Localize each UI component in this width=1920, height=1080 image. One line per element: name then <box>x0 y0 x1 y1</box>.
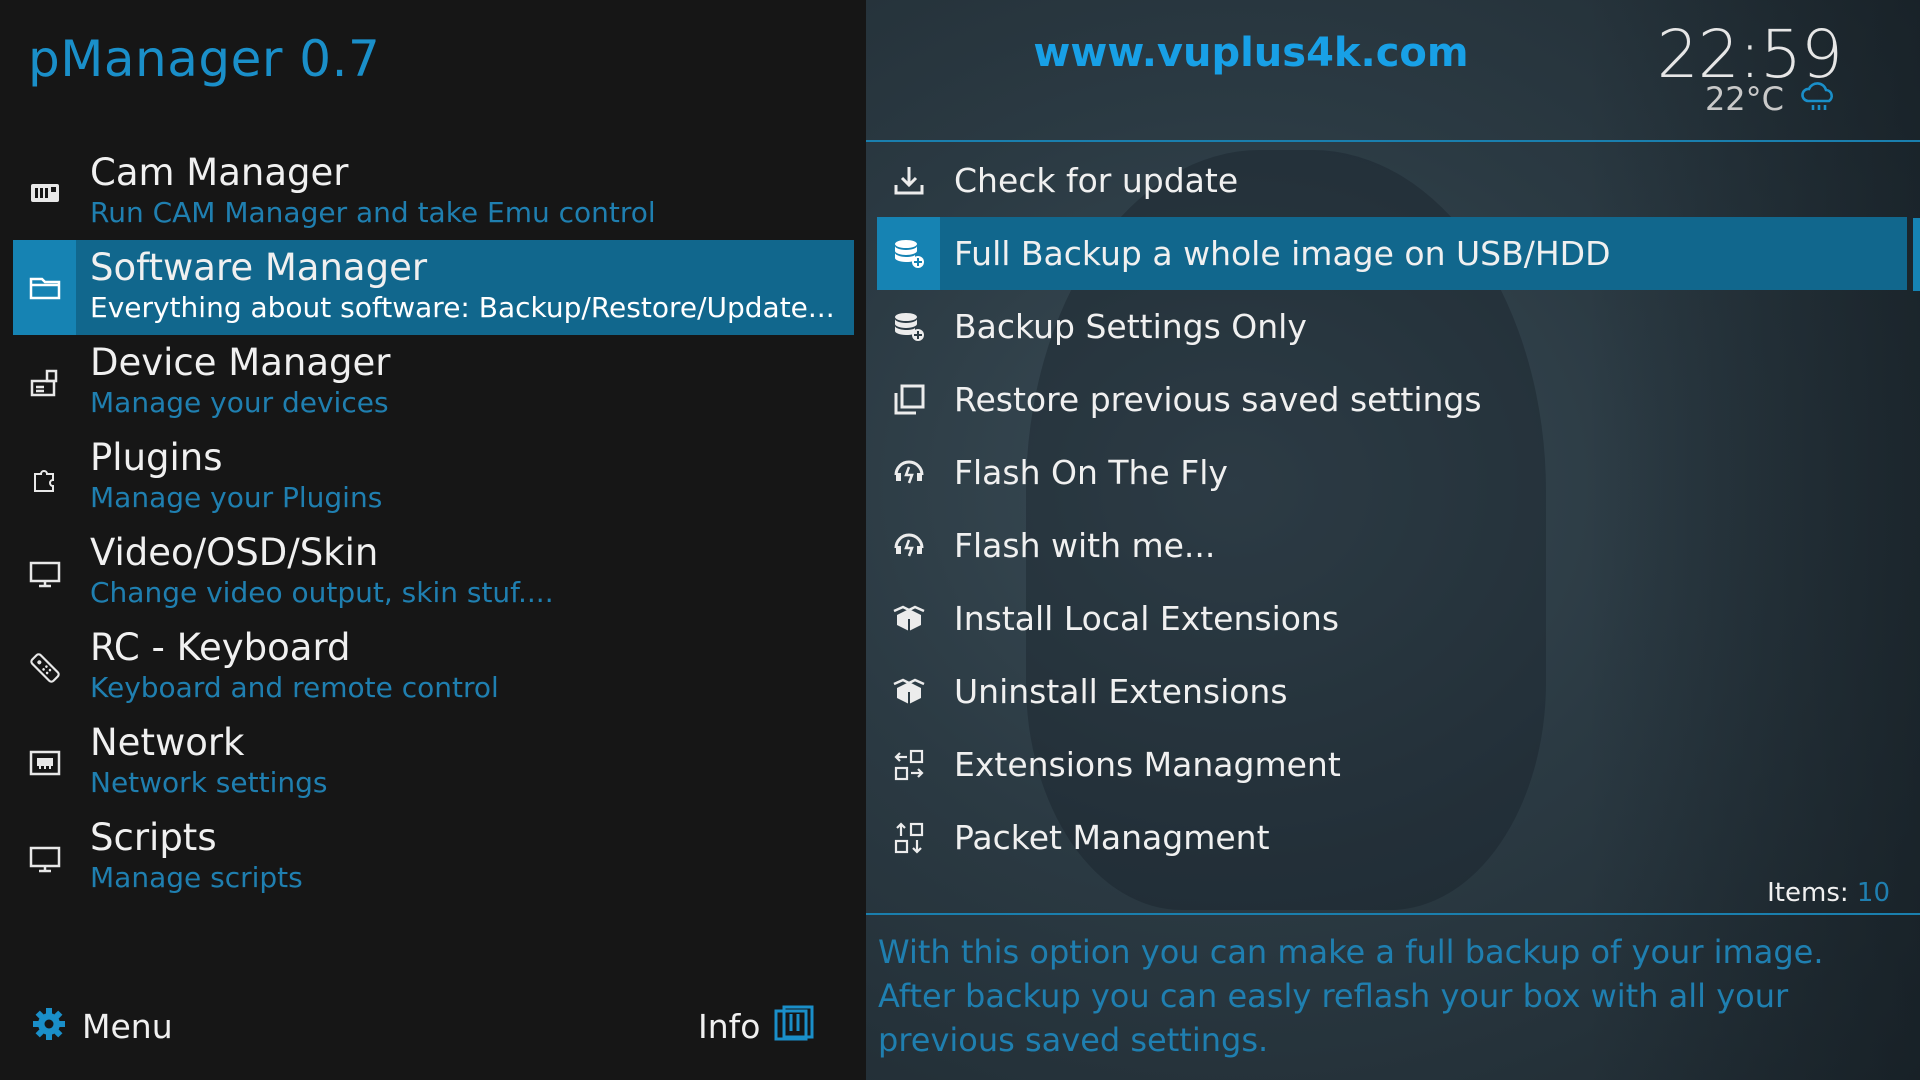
main-item-desc: Manage your devices <box>90 386 389 419</box>
sub-item-label: Check for update <box>954 161 1239 200</box>
main-item-network[interactable]: Network Network settings <box>13 715 854 810</box>
items-count: Items: 10 <box>1767 878 1890 908</box>
sub-item-full-backup[interactable]: Full Backup a whole image on USB/HDD <box>877 217 1907 290</box>
main-item-desc: Manage scripts <box>90 861 303 894</box>
restore-icon <box>877 363 940 436</box>
menu-button[interactable]: Menu <box>30 1005 173 1047</box>
sub-item-label: Extensions Managment <box>954 745 1341 784</box>
app-title: pManager 0.7 <box>28 30 381 88</box>
main-item-label: Video/OSD/Skin <box>90 531 379 574</box>
main-item-label: Software Manager <box>90 246 428 289</box>
right-panel: www.vuplus4k.com 22:59 22°C Check for up… <box>866 0 1920 1080</box>
sub-item-flash-on-the-fly[interactable]: Flash On The Fly <box>877 436 1920 509</box>
scrollbar[interactable] <box>1913 218 1920 291</box>
weather: 22°C <box>1705 80 1838 118</box>
swap-vertical-icon <box>877 801 940 874</box>
cam-icon <box>13 145 76 240</box>
main-item-label: RC - Keyboard <box>90 626 351 669</box>
cloud-rain-icon <box>1800 81 1838 117</box>
items-count-value: 10 <box>1856 878 1890 908</box>
flash-icon <box>877 436 940 509</box>
sub-item-label: Install Local Extensions <box>954 599 1340 638</box>
main-item-label: Scripts <box>90 816 217 859</box>
info-icon <box>774 1005 814 1047</box>
sub-item-label: Restore previous saved settings <box>954 380 1482 419</box>
remote-icon <box>13 620 76 715</box>
folder-icon <box>13 240 76 335</box>
monitor-icon <box>13 525 76 620</box>
sub-menu: Check for update Full Backup a whole ima… <box>877 144 1920 874</box>
item-description: With this option you can make a full bac… <box>878 933 1824 1059</box>
temperature: 22°C <box>1704 80 1784 118</box>
main-item-desc: Keyboard and remote control <box>90 671 499 704</box>
main-item-label: Plugins <box>90 436 223 479</box>
box-icon <box>877 582 940 655</box>
main-item-label: Cam Manager <box>90 151 349 194</box>
main-item-scripts[interactable]: Scripts Manage scripts <box>13 810 854 905</box>
main-item-desc: Change video output, skin stuf.... <box>90 576 554 609</box>
info-button[interactable]: Info <box>698 1005 814 1047</box>
swap-horizontal-icon <box>877 728 940 801</box>
flash-icon <box>877 509 940 582</box>
info-label: Info <box>698 1006 761 1046</box>
sub-item-label: Flash On The Fly <box>954 453 1228 492</box>
main-item-desc: Run CAM Manager and take Emu control <box>90 196 656 229</box>
main-item-desc: Everything about software: Backup/Restor… <box>90 291 835 324</box>
sub-item-label: Uninstall Extensions <box>954 672 1288 711</box>
main-item-cam-manager[interactable]: Cam Manager Run CAM Manager and take Emu… <box>13 145 854 240</box>
main-item-desc: Network settings <box>90 766 328 799</box>
main-item-device-manager[interactable]: Device Manager Manage your devices <box>13 335 854 430</box>
sub-item-extensions-managment[interactable]: Extensions Managment <box>877 728 1920 801</box>
device-icon <box>13 335 76 430</box>
description-divider <box>866 913 1920 915</box>
header-divider <box>866 140 1920 142</box>
sub-item-label: Full Backup a whole image on USB/HDD <box>954 234 1611 273</box>
sub-item-label: Flash with me... <box>954 526 1216 565</box>
box-icon <box>877 655 940 728</box>
main-item-label: Device Manager <box>90 341 391 384</box>
sub-item-packet-managment[interactable]: Packet Managment <box>877 801 1920 874</box>
network-icon <box>13 715 76 810</box>
sub-item-label: Packet Managment <box>954 818 1270 857</box>
database-add-icon <box>877 217 940 290</box>
main-item-rc-keyboard[interactable]: RC - Keyboard Keyboard and remote contro… <box>13 620 854 715</box>
database-add-icon <box>877 290 940 363</box>
main-menu: Cam Manager Run CAM Manager and take Emu… <box>13 145 854 905</box>
main-item-video-osd-skin[interactable]: Video/OSD/Skin Change video output, skin… <box>13 525 854 620</box>
sub-item-install-local-extensions[interactable]: Install Local Extensions <box>877 582 1920 655</box>
sub-item-flash-with-me[interactable]: Flash with me... <box>877 509 1920 582</box>
menu-label: Menu <box>82 1006 173 1046</box>
sub-item-check-for-update[interactable]: Check for update <box>877 144 1920 217</box>
main-item-label: Network <box>90 721 245 764</box>
sub-item-restore-settings[interactable]: Restore previous saved settings <box>877 363 1920 436</box>
main-item-software-manager[interactable]: Software Manager Everything about softwa… <box>13 240 854 335</box>
main-item-desc: Manage your Plugins <box>90 481 383 514</box>
download-icon <box>877 144 940 217</box>
puzzle-icon <box>13 430 76 525</box>
scripts-icon <box>13 810 76 905</box>
left-panel: pManager 0.7 Cam Manager Run CAM Manager… <box>0 0 866 1080</box>
sub-item-uninstall-extensions[interactable]: Uninstall Extensions <box>877 655 1920 728</box>
gear-icon <box>30 1005 68 1047</box>
site-url: www.vuplus4k.com <box>1033 30 1469 76</box>
items-count-label: Items: <box>1767 878 1849 908</box>
sub-item-backup-settings-only[interactable]: Backup Settings Only <box>877 290 1920 363</box>
main-item-plugins[interactable]: Plugins Manage your Plugins <box>13 430 854 525</box>
sub-item-label: Backup Settings Only <box>954 307 1307 346</box>
